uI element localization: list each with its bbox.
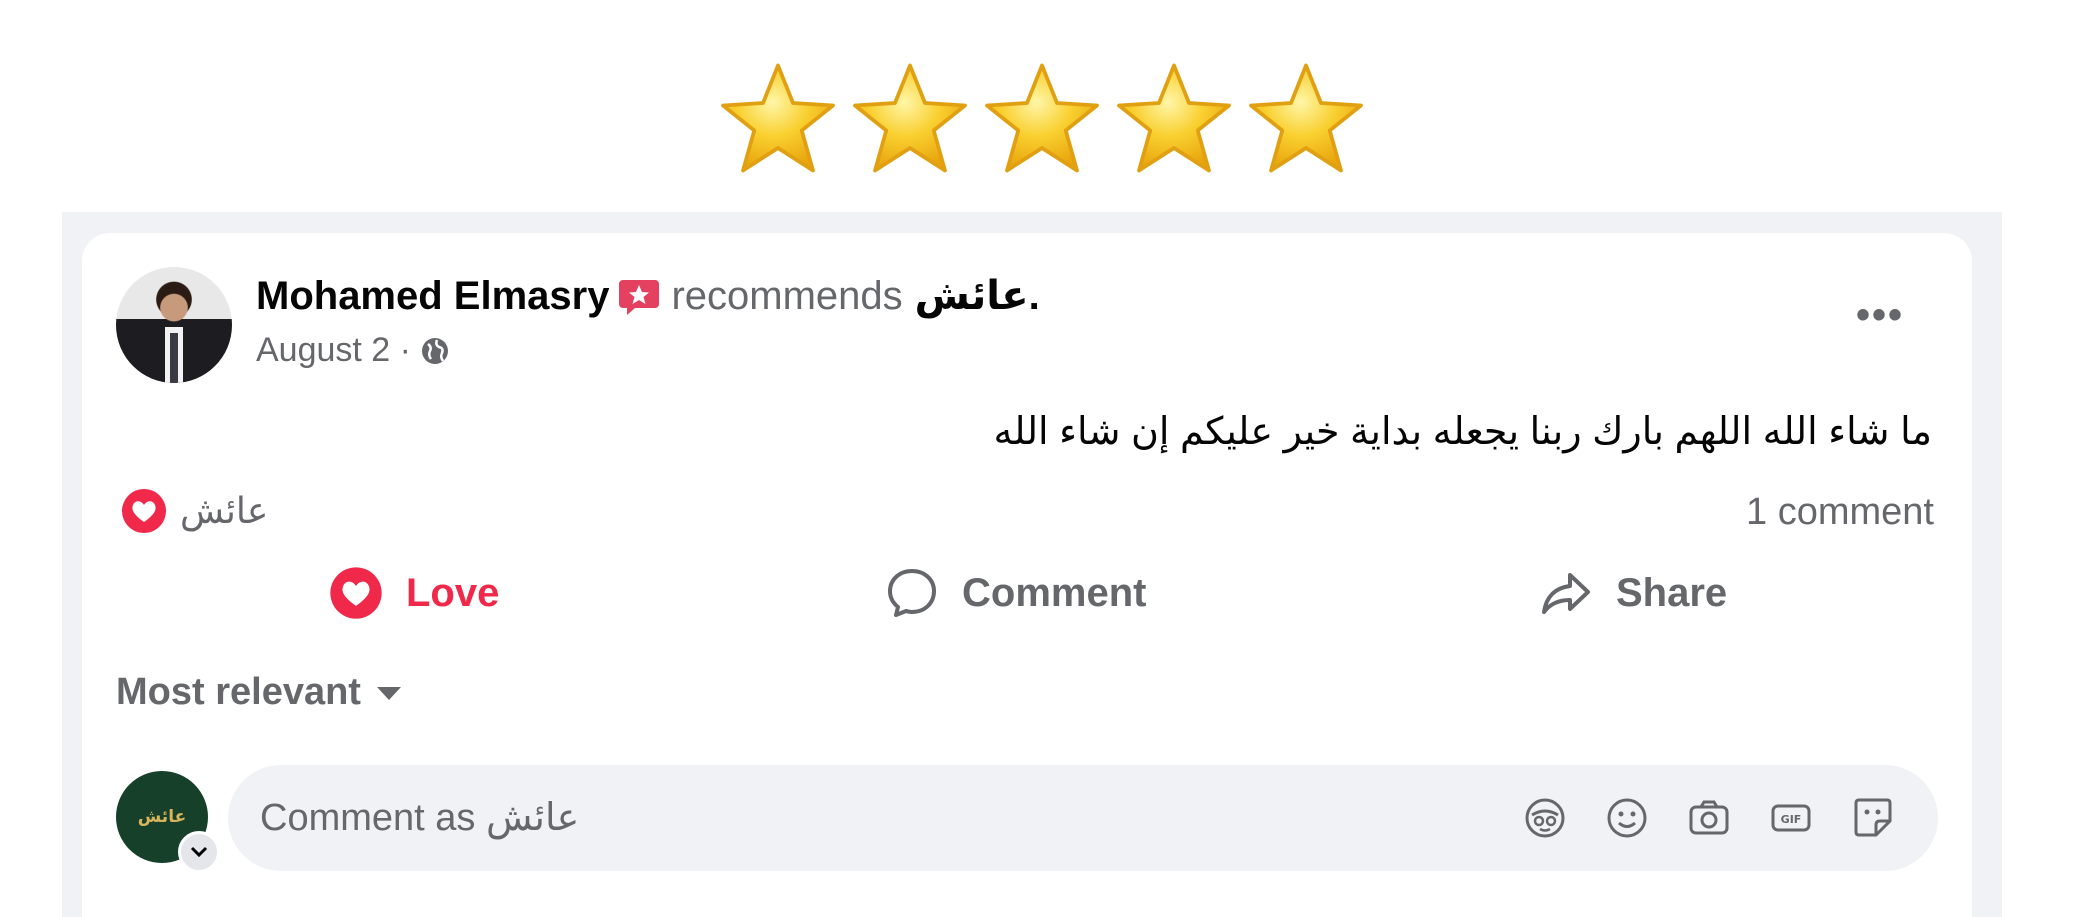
author-name[interactable]: Mohamed Elmasry (256, 274, 609, 319)
author-avatar[interactable] (116, 267, 232, 383)
composer-tools: GIF (1520, 793, 1898, 843)
love-button[interactable]: Love (328, 553, 499, 633)
love-label: Love (406, 570, 500, 615)
star-icon (1249, 63, 1363, 173)
recommend-badge-icon (619, 280, 660, 315)
more-options-button[interactable]: ••• (1856, 293, 1904, 338)
reaction-summary[interactable]: عائش (120, 487, 268, 535)
avatar-tie (170, 333, 178, 383)
gif-icon[interactable]: GIF (1766, 793, 1816, 843)
svg-text:GIF: GIF (1781, 813, 1802, 826)
recommendation-post: Mohamed Elmasry recommends عائش. August … (82, 233, 1972, 917)
comment-composer: Comment as عائش GIF (228, 765, 1938, 871)
post-body-text: ما شاء الله اللهم بارك ربنا يجعله بداية … (993, 411, 1933, 453)
globe-icon (421, 337, 448, 364)
love-icon (330, 567, 382, 619)
star-icon (853, 63, 967, 173)
share-icon (1542, 573, 1590, 614)
recommends-label: recommends (671, 273, 903, 318)
chevron-down-icon (190, 846, 208, 858)
comment-sort-dropdown[interactable]: Most relevant (116, 671, 403, 714)
emoji-icon[interactable] (1602, 793, 1652, 843)
star-icon (985, 63, 1099, 173)
sticker-icon[interactable] (1848, 793, 1898, 843)
camera-icon[interactable] (1684, 793, 1734, 843)
star-rating (0, 58, 2084, 183)
comment-label: Comment (962, 570, 1147, 615)
comment-input[interactable]: Comment as عائش (260, 765, 1260, 871)
post-date[interactable]: August 2 · (256, 331, 411, 370)
comment-count-link[interactable]: 1 comment (1746, 491, 1934, 534)
share-button[interactable]: Share (1538, 553, 1727, 633)
comment-icon (888, 569, 936, 617)
love-icon (122, 489, 166, 533)
post-meta: August 2 · (256, 331, 451, 370)
comment-button[interactable]: Comment (884, 553, 1146, 633)
avatar-sticker-icon[interactable] (1520, 793, 1570, 843)
switch-profile-button[interactable] (178, 831, 220, 873)
post-header: Mohamed Elmasry recommends عائش. (256, 273, 1040, 319)
page-name-link[interactable]: عائش. (915, 273, 1040, 319)
share-label: Share (1616, 570, 1728, 615)
star-icon (1117, 63, 1231, 173)
sort-label: Most relevant (116, 671, 361, 713)
caret-down-icon (376, 686, 401, 700)
reactor-name: عائش (180, 490, 269, 531)
post-actions: Love Comment Share (82, 553, 1972, 633)
star-icon (721, 63, 835, 173)
avatar-logo-text: عائش (137, 807, 187, 826)
